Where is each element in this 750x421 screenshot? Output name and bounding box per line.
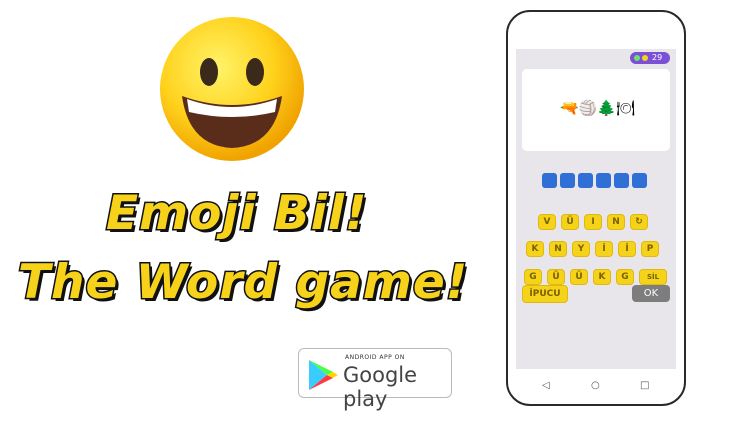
badge-small-text: ANDROID APP ON [345,354,405,361]
answer-slot[interactable] [632,173,647,188]
google-play-badge[interactable]: ANDROID APP ON Google play [298,348,452,411]
letter-key[interactable]: Ü [570,269,588,285]
letter-key[interactable]: G [524,269,542,285]
answer-slot[interactable] [578,173,593,188]
coin-count: 29 [652,53,663,62]
letter-key[interactable]: I [584,214,602,230]
hint-button[interactable]: İPUCU [522,285,568,303]
grinning-emoji-icon [160,17,304,161]
letter-key[interactable]: G [616,269,634,285]
letter-key[interactable]: N [549,241,567,257]
letter-key[interactable]: Y [572,241,590,257]
letter-key[interactable]: N [607,214,625,230]
ok-button[interactable]: OK [632,285,670,302]
emoji-clue-card: 🔫🏐🌲🍽 [522,69,670,151]
coin-icon [642,55,648,61]
phone-frame: 29 🔫🏐🌲🍽 V Ü I N ↻ K N Y İ İ P G Ü Ü K G [506,10,686,406]
recents-icon[interactable]: □ [640,380,649,391]
title-line-1: Emoji Bil! [104,185,368,243]
home-icon[interactable]: ○ [591,380,600,391]
coin-counter: 29 [630,52,670,64]
shuffle-key[interactable]: ↻ [630,214,648,230]
letter-key[interactable]: V [538,214,556,230]
answer-slot[interactable] [596,173,611,188]
emoji-clue: 🔫🏐🌲🍽 [560,99,636,117]
letter-key[interactable]: P [641,241,659,257]
answer-slots [542,173,652,189]
title-line-2: The Word game! [16,254,469,312]
back-icon[interactable]: ◁ [542,380,550,391]
letter-key[interactable]: Ü [547,269,565,285]
game-screen: 29 🔫🏐🌲🍽 V Ü I N ↻ K N Y İ İ P G Ü Ü K G [516,49,676,369]
badge-store-name: Google play [343,363,418,411]
letter-key[interactable]: K [593,269,611,285]
android-nav-bar: ◁ ○ □ [508,370,684,404]
google-play-icon [309,360,338,390]
letter-key[interactable]: İ [595,241,613,257]
answer-slot[interactable] [542,173,557,188]
gem-icon [634,55,640,61]
letter-key[interactable]: İ [618,241,636,257]
letter-key[interactable]: Ü [561,214,579,230]
delete-key[interactable]: SİL [639,269,667,285]
answer-slot[interactable] [560,173,575,188]
letter-key[interactable]: K [526,241,544,257]
answer-slot[interactable] [614,173,629,188]
